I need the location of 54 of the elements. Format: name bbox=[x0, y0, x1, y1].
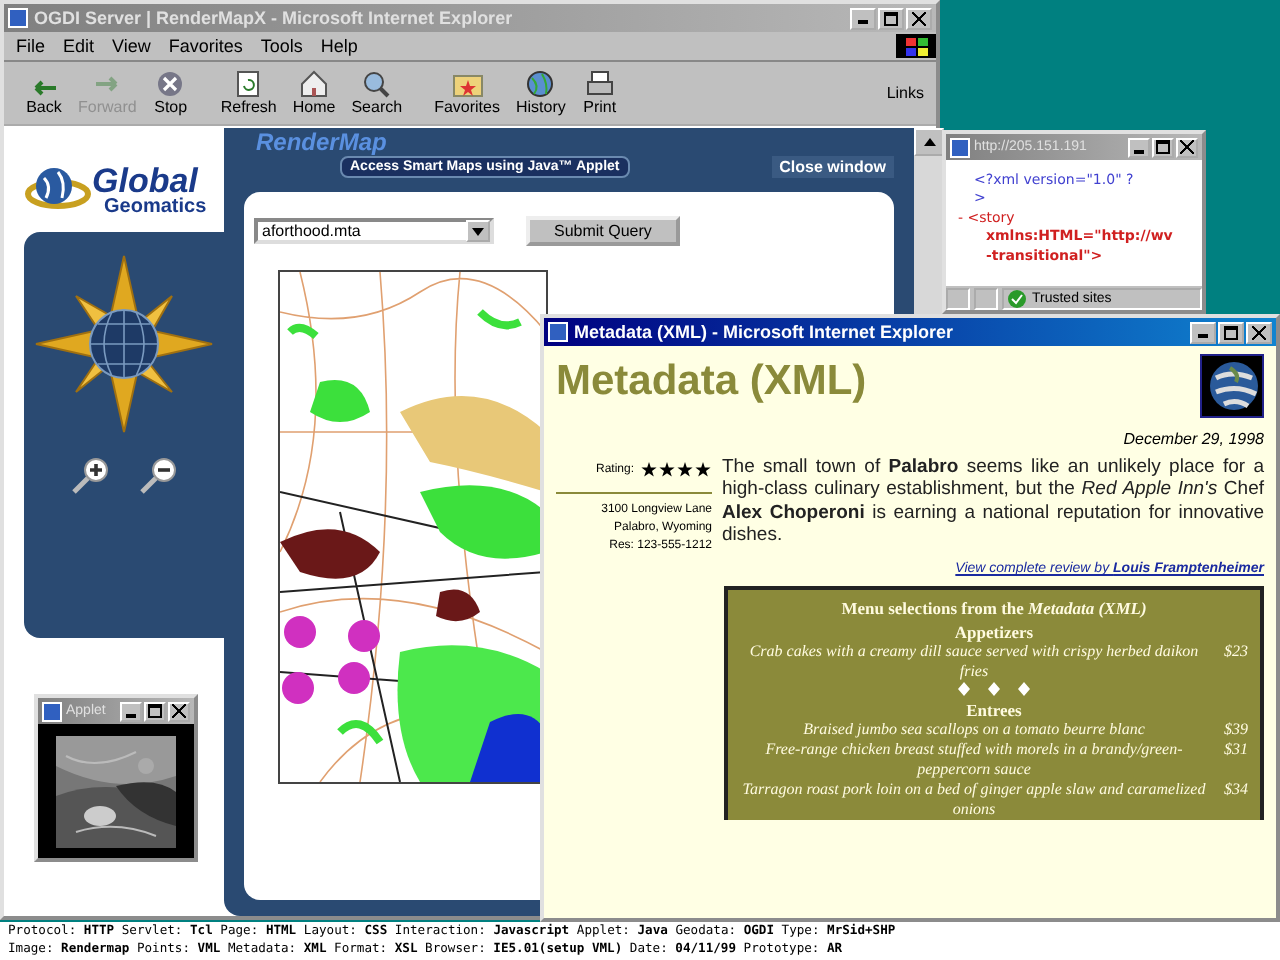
dish-description: Crab cakes with a creamy dill sauce served with crispy herbed daikon fries bbox=[747, 642, 1201, 682]
menu-title: Menu selections from the Metadata (XML) bbox=[841, 598, 1147, 618]
menu-item[interactable]: Favorites bbox=[168, 36, 243, 56]
menu-item[interactable]: Tools bbox=[260, 36, 303, 56]
toolbar-button[interactable]: Stop bbox=[146, 70, 195, 116]
toolbar-button[interactable]: Print bbox=[575, 70, 624, 116]
favorites-icon bbox=[449, 70, 486, 98]
dish-price: $39 bbox=[1224, 720, 1248, 740]
toolbar-button[interactable]: Search bbox=[345, 70, 409, 116]
close-button[interactable] bbox=[1246, 321, 1272, 343]
review-paragraph: The small town of Palabro seems like an unlikely place for a high-class culinary establishment, but the Red Apple Inn's Chef Alex Choperoni is earning a national reputation for innovative dishes. bbox=[722, 456, 1264, 551]
toolbar-button[interactable]: Back bbox=[20, 70, 68, 116]
dish-price: $34 bbox=[1224, 780, 1248, 802]
zoom-in-icon[interactable] bbox=[70, 456, 110, 496]
submit-query-button[interactable]: Submit Query bbox=[526, 216, 680, 246]
maximize-button[interactable] bbox=[1218, 321, 1244, 343]
dish-price: $31 bbox=[1224, 740, 1248, 762]
rendermap-title: RenderMap bbox=[256, 128, 389, 156]
dish-price: $23 bbox=[1224, 642, 1248, 664]
scroll-up-button[interactable] bbox=[914, 128, 944, 156]
toolbar-button[interactable]: Refresh bbox=[214, 70, 283, 116]
print-icon bbox=[581, 70, 618, 98]
menu-section-heading: Appetizers bbox=[954, 622, 1034, 642]
close-window-button[interactable]: Close window bbox=[771, 156, 894, 178]
links-label[interactable]: Links bbox=[886, 84, 936, 102]
windows-logo-icon bbox=[896, 34, 936, 58]
file-dropdown[interactable]: aforthood.mta bbox=[254, 218, 494, 244]
diamond-separator-icon bbox=[954, 682, 1034, 696]
dish-description: Free-range chicken breast stuffed with morels in a brandy/green-peppercorn sauce bbox=[763, 740, 1185, 780]
toolbar-button[interactable]: Favorites bbox=[428, 70, 506, 116]
review-date: December 29, 1998 bbox=[1123, 430, 1264, 448]
browser-icon bbox=[548, 322, 568, 342]
menu-item[interactable]: Edit bbox=[63, 36, 95, 56]
browser-icon bbox=[42, 701, 62, 721]
menu-item[interactable]: File bbox=[16, 36, 46, 56]
toolbar-button[interactable]: History bbox=[509, 70, 572, 116]
browser-icon bbox=[8, 8, 28, 28]
menu-item[interactable]: Help bbox=[320, 36, 358, 56]
menu-section-heading: Entrees bbox=[966, 700, 1022, 720]
window-title: OGDI Server | RenderMapX - Microsoft Internet Explorer bbox=[34, 8, 515, 28]
search-icon bbox=[358, 70, 395, 98]
menu-item[interactable]: View bbox=[112, 36, 151, 56]
minimize-button[interactable] bbox=[1190, 321, 1216, 343]
home-icon bbox=[296, 70, 333, 98]
toolbar-button[interactable]: Home bbox=[286, 70, 342, 116]
compass-icon[interactable] bbox=[32, 252, 216, 436]
logo-text: Geomatics bbox=[102, 197, 207, 217]
logo-text: Global bbox=[92, 163, 199, 197]
page-heading: Metadata (XML) bbox=[556, 356, 867, 406]
dish-description: Braised jumbo sea scallops on a tomato beurre blanc bbox=[801, 720, 1147, 740]
dish-description: Tarragon roast pork loin on a bed of ginger apple slaw and caramelized onions bbox=[740, 780, 1208, 820]
history-icon bbox=[522, 70, 559, 98]
zoom-out-icon[interactable] bbox=[138, 456, 178, 496]
window-title: Metadata (XML) - Microsoft Internet Explorer bbox=[574, 322, 956, 342]
